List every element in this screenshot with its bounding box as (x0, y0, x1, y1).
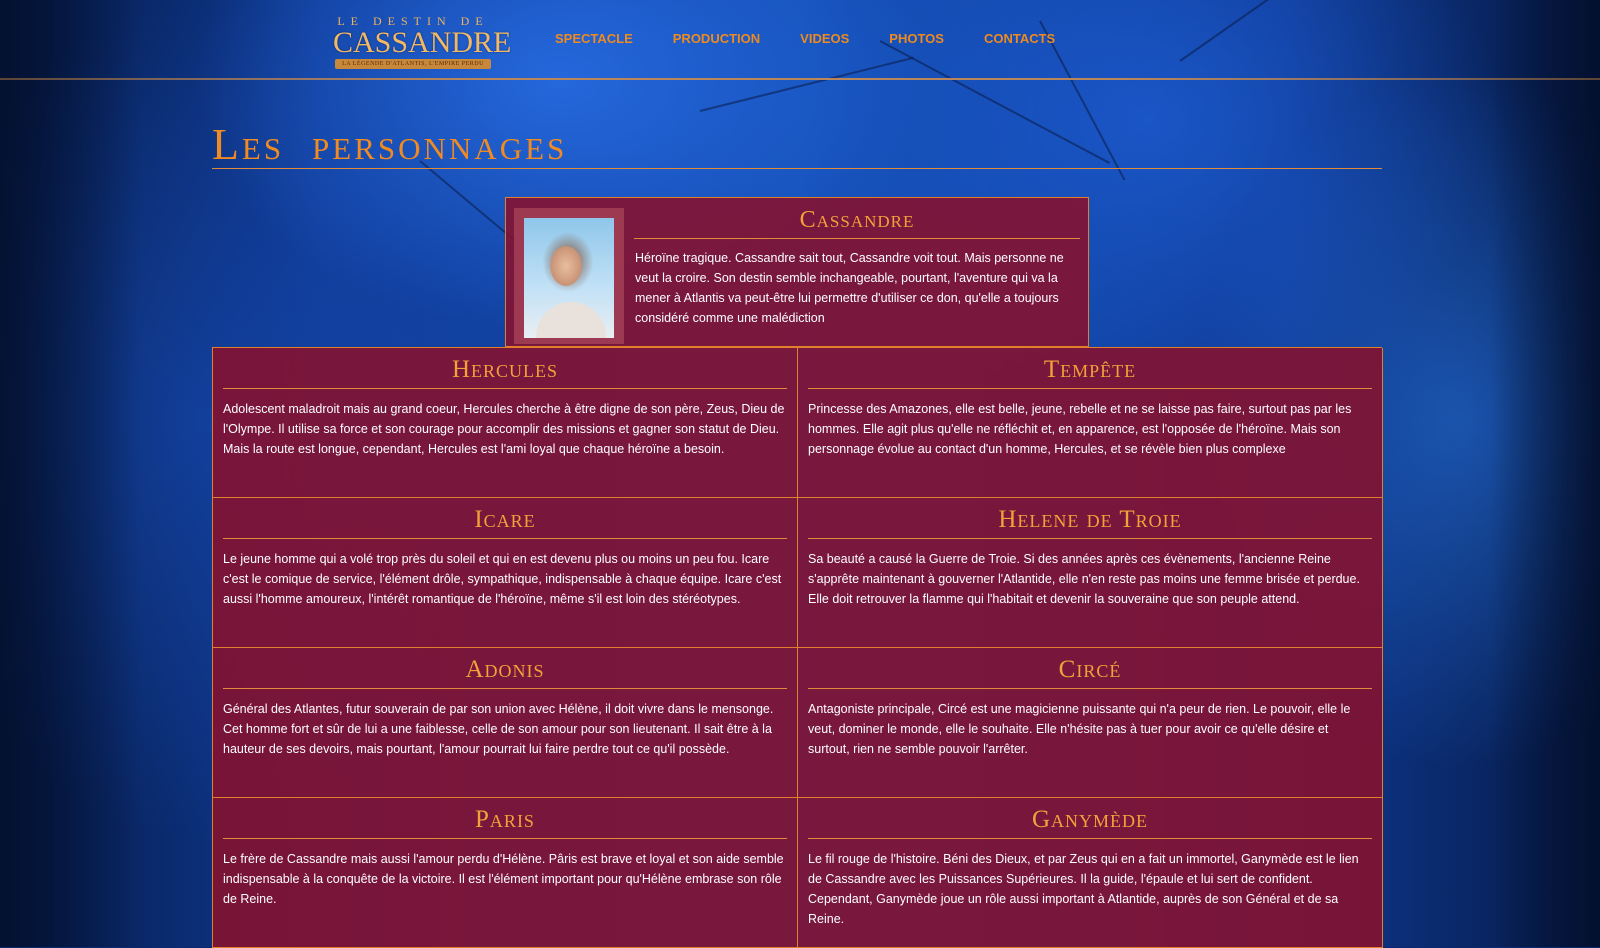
character-card-ganymede: Ganymède Le fil rouge de l'histoire. Bén… (798, 798, 1383, 948)
character-divider (808, 538, 1372, 539)
character-name: Circé (1058, 656, 1122, 683)
character-description: Général des Atlantes, futur souverain de… (223, 702, 774, 756)
character-divider (808, 388, 1372, 389)
featured-character-name: Cassandre (799, 207, 915, 233)
nav-link-videos[interactable]: VIDEOS (800, 31, 849, 47)
character-divider (223, 388, 787, 389)
character-description: Princesse des Amazones, elle est belle, … (808, 402, 1352, 456)
character-name: Paris (475, 806, 535, 833)
nav-link-photos[interactable]: PHOTOS (889, 31, 944, 47)
character-name: Icare (474, 506, 536, 533)
featured-character-description: Héroïne tragique. Cassandre sait tout, C… (635, 251, 1064, 325)
portrait-frame (514, 208, 624, 344)
character-name: Ganymède (1031, 806, 1149, 833)
character-card-circe: Circé Antagoniste principale, Circé est … (798, 648, 1383, 798)
character-name: Hercules (451, 356, 559, 383)
character-description: Le fil rouge de l'histoire. Béni des Die… (808, 852, 1359, 926)
featured-divider (634, 238, 1080, 239)
character-divider (223, 538, 787, 539)
portrait-shoulder (536, 302, 606, 338)
character-name: Helene de Troie (998, 506, 1182, 533)
character-description: Le jeune homme qui a volé trop près du s… (223, 552, 782, 606)
logo-main-text: CASSANDRE (333, 26, 512, 59)
character-divider (223, 838, 787, 839)
site-logo[interactable]: LE DESTIN DE CASSANDRE LA LÉGENDE D'ATLA… (333, 14, 512, 70)
character-description: Antagoniste principale, Circé est une ma… (808, 702, 1351, 756)
character-card-icare: Icare Le jeune homme qui a volé trop prè… (213, 498, 798, 648)
featured-character-card: Cassandre Héroïne tragique. Cassandre sa… (505, 197, 1089, 347)
character-card-helene: Helene de Troie Sa beauté a causé la Gue… (798, 498, 1383, 648)
character-description: Adolescent maladroit mais au grand coeur… (223, 402, 785, 456)
character-card-paris: Paris Le frère de Cassandre mais aussi l… (213, 798, 798, 948)
cassandre-portrait (524, 218, 614, 338)
character-divider (808, 838, 1372, 839)
character-card-tempete: Tempête Princesse des Amazones, elle est… (798, 348, 1383, 498)
character-divider (808, 688, 1372, 689)
nav-link-production[interactable]: PRODUCTION (673, 31, 760, 47)
title-divider (212, 168, 1382, 169)
character-name: Tempête (1043, 356, 1137, 383)
character-card-hercules: Hercules Adolescent maladroit mais au gr… (213, 348, 798, 498)
background-vignette-right (1490, 0, 1600, 947)
main-nav: SPECTACLE PRODUCTION VIDEOS PHOTOS CONTA… (555, 31, 1095, 47)
character-description: Sa beauté a causé la Guerre de Troie. Si… (808, 552, 1360, 606)
site-header: LE DESTIN DE CASSANDRE LA LÉGENDE D'ATLA… (0, 0, 1600, 78)
character-divider (223, 688, 787, 689)
page-title: Les personnages (212, 120, 568, 169)
character-card-adonis: Adonis Général des Atlantes, futur souve… (213, 648, 798, 798)
header-divider (0, 78, 1600, 80)
background-vignette-left (0, 0, 140, 947)
nav-link-spectacle[interactable]: SPECTACLE (555, 31, 633, 47)
nav-link-contacts[interactable]: CONTACTS (984, 31, 1055, 47)
characters-grid: Hercules Adolescent maladroit mais au gr… (212, 347, 1383, 948)
character-name: Adonis (465, 656, 545, 683)
character-description: Le frère de Cassandre mais aussi l'amour… (223, 852, 784, 906)
logo-ribbon: LA LÉGENDE D'ATLANTIS, L'EMPIRE PERDU (335, 59, 491, 69)
